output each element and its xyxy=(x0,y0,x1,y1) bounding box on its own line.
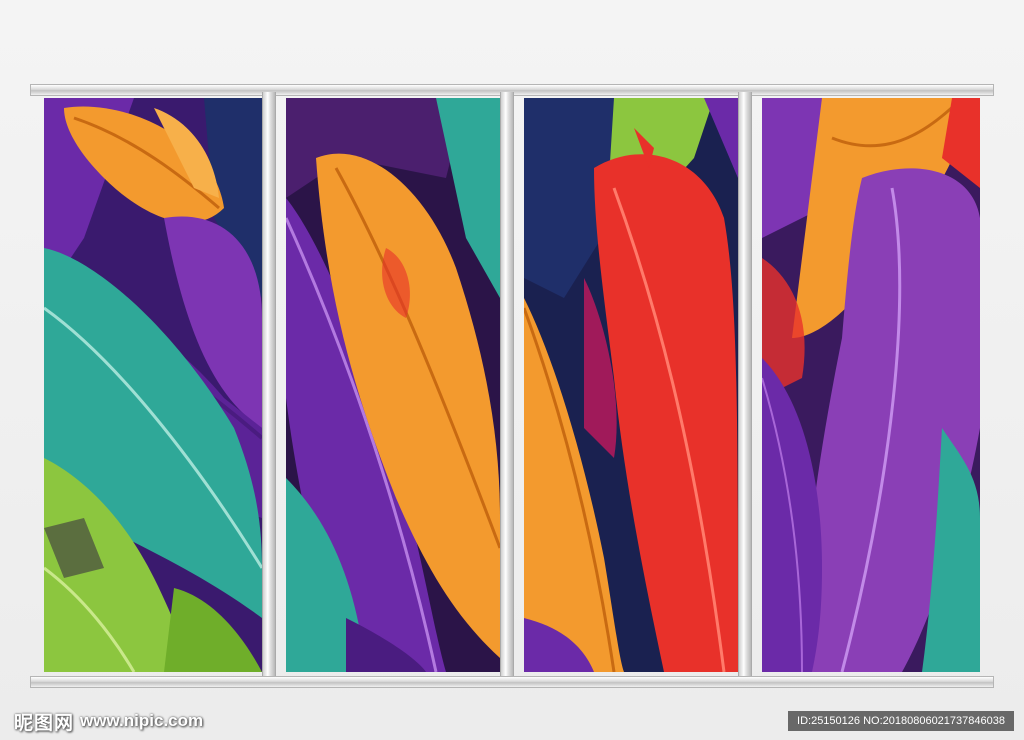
image-id-label: ID:25150126 NO:20180806021737846038 xyxy=(788,711,1014,731)
frame-divider-1 xyxy=(262,92,276,680)
window-frame xyxy=(30,84,994,688)
feather-panel-3 xyxy=(524,98,738,672)
site-url: www.nipic.com xyxy=(80,711,204,730)
feather-panel-2 xyxy=(286,98,500,672)
frame-bottom-rail xyxy=(30,676,994,688)
feather-panel-1 xyxy=(44,98,262,672)
nipic-logo: 昵图网 xyxy=(14,711,75,734)
feather-panel-4 xyxy=(762,98,980,672)
nipic-watermark: 昵图网 www.nipic.com xyxy=(14,708,203,734)
frame-divider-3 xyxy=(738,92,752,680)
frame-divider-2 xyxy=(500,92,514,680)
